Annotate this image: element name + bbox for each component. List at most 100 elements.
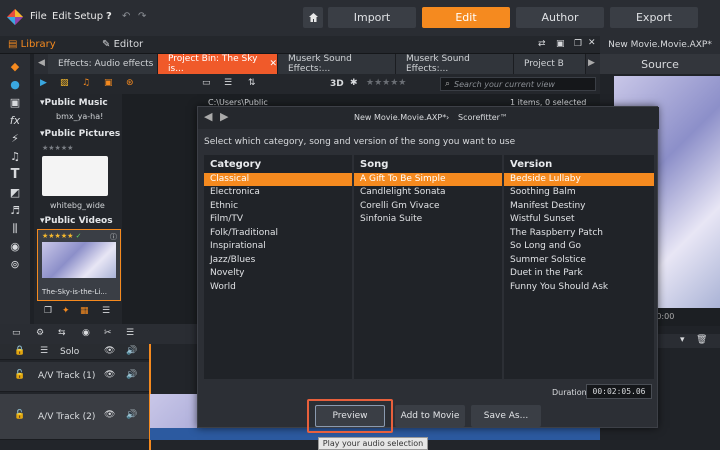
category-item[interactable]: Film/TV (204, 213, 352, 226)
lock-icon[interactable]: 🔒 (14, 346, 25, 356)
rating-filter[interactable]: ★★★★★ (366, 78, 406, 88)
gear-icon[interactable]: ⚙ (36, 328, 44, 338)
music-icon[interactable]: ♫ (8, 150, 22, 164)
collection-icon[interactable]: ▣ (8, 96, 22, 110)
version-item[interactable]: Wistful Sunset (504, 213, 654, 226)
music-filter-icon[interactable]: ♫ (82, 78, 90, 88)
timeline-menu-icon[interactable]: ☰ (126, 328, 134, 338)
sound-fx-icon[interactable]: ⫼ (8, 222, 22, 236)
add-to-movie-button[interactable]: Add to Movie (395, 405, 465, 427)
menu-setup[interactable]: Setup (74, 11, 103, 22)
menu-icon[interactable]: ☰ (102, 306, 110, 316)
category-item[interactable]: Folk/Traditional (204, 227, 352, 240)
public-videos-folder[interactable]: ▾ Public Videos (40, 214, 113, 228)
restore-icon[interactable]: ❐ (574, 39, 582, 49)
speaker-icon[interactable]: 🔊 (126, 346, 137, 356)
titles-icon[interactable]: T (8, 168, 22, 182)
picture-thumbnail[interactable] (42, 156, 108, 196)
tab-project-b[interactable]: Project B (514, 54, 586, 74)
transition-mode-icon[interactable]: ⇆ (58, 328, 66, 338)
version-item[interactable]: So Long and Go (504, 240, 654, 253)
close-tab-icon[interactable]: ✕ (269, 59, 277, 69)
track-list-icon[interactable]: ☰ (40, 346, 48, 356)
montage-icon[interactable]: ◩ (8, 186, 22, 200)
link-icon[interactable]: ⇄ (538, 39, 546, 49)
import-mode-button[interactable]: Import (328, 7, 416, 28)
category-item[interactable]: Classical (204, 173, 352, 186)
scorefitter-icon[interactable]: ♬ (8, 204, 22, 218)
speaker-icon[interactable]: 🔊 (126, 410, 137, 420)
project-filter-icon[interactable]: ▣ (104, 78, 113, 88)
song-item[interactable]: A Gift To Be Simple (354, 173, 502, 186)
razor-icon[interactable]: ✂ (104, 328, 112, 338)
search-box[interactable]: ⌕ Search your current view (440, 77, 596, 91)
duration-field[interactable]: 00:02:05.06 (586, 384, 652, 399)
timeline-settings-icon[interactable]: ▭ (12, 328, 21, 338)
music-file-item[interactable]: bmx_ya-ha! (56, 112, 103, 121)
three-d-filter[interactable]: 3D (330, 79, 344, 89)
trash-icon[interactable]: 🗑 (696, 335, 707, 345)
tabs-scroll-right-icon[interactable]: ▶ (588, 58, 595, 68)
media-icon[interactable]: ● (8, 78, 22, 92)
search-input[interactable]: Search your current view (454, 80, 555, 89)
info-icon[interactable]: ⓘ (110, 232, 117, 242)
edit-mode-button[interactable]: Edit (422, 7, 510, 28)
song-item[interactable]: Corelli Gm Vivace (354, 200, 502, 213)
dropdown-icon[interactable]: ▾ (680, 335, 685, 345)
category-item[interactable]: Ethnic (204, 200, 352, 213)
version-item[interactable]: Summer Solstice (504, 254, 654, 267)
redo-icon[interactable]: ↷ (138, 11, 146, 22)
eye-icon[interactable]: 👁 (104, 410, 115, 420)
close-panel-icon[interactable]: ✕ (588, 38, 596, 48)
disc-filter-icon[interactable]: ⊛ (126, 78, 134, 88)
song-item[interactable]: Sinfonia Suite (354, 213, 502, 226)
editor-tab[interactable]: ✎ Editor (102, 39, 143, 50)
sort-icon[interactable]: ⇅ (248, 78, 256, 88)
source-tab[interactable]: Source (600, 54, 720, 74)
export-mode-button[interactable]: Export (610, 7, 698, 28)
category-item[interactable]: Inspirational (204, 240, 352, 253)
tab-muserk-1[interactable]: Muserk Sound Effects:... (278, 54, 396, 74)
lock-icon[interactable]: 🔓 (14, 410, 25, 420)
tab-muserk-2[interactable]: Muserk Sound Effects:... (396, 54, 514, 74)
folder-icon[interactable]: ▭ (202, 78, 211, 88)
category-item[interactable]: World (204, 281, 352, 294)
back-icon[interactable]: ◀ (204, 110, 212, 123)
help-icon[interactable]: ? (106, 11, 112, 22)
song-item[interactable]: Candlelight Sonata (354, 186, 502, 199)
library-tab[interactable]: ▤ Library (8, 39, 56, 50)
tabs-scroll-left-icon[interactable]: ◀ (38, 58, 45, 68)
preview-button[interactable]: Preview (315, 405, 385, 427)
speaker-icon[interactable]: 🔊 (126, 370, 137, 380)
tab-audio-effects[interactable]: Effects: Audio effects (48, 54, 158, 74)
menu-file[interactable]: File (30, 11, 47, 22)
video-item[interactable]: ★★★★★ ✓ ⓘ The-Sky-is-the-Li... (37, 229, 121, 301)
tab-project-bin[interactable]: Project Bin: The Sky is... ✕ (158, 54, 278, 74)
author-mode-button[interactable]: Author (516, 7, 604, 28)
category-item[interactable]: Jazz/Blues (204, 254, 352, 267)
compare-icon[interactable]: ▣ (556, 39, 565, 49)
project-bin-icon[interactable]: ◆ (8, 60, 22, 74)
version-item[interactable]: The Raspberry Patch (504, 227, 654, 240)
category-item[interactable]: Novelty (204, 267, 352, 280)
grid-icon[interactable]: ▦ (80, 306, 89, 316)
audio-icon[interactable]: ◉ (8, 240, 22, 254)
version-item[interactable]: Bedside Lullaby (504, 173, 654, 186)
version-item[interactable]: Duet in the Park (504, 267, 654, 280)
lock-icon[interactable]: 🔓 (14, 370, 25, 380)
copy-icon[interactable]: ❐ (44, 306, 52, 316)
category-item[interactable]: Electronica (204, 186, 352, 199)
eye-icon[interactable]: 👁 (104, 370, 115, 380)
version-item[interactable]: Manifest Destiny (504, 200, 654, 213)
version-item[interactable]: Funny You Should Ask (504, 281, 654, 294)
forward-icon[interactable]: ▶ (220, 110, 228, 123)
tag-icon[interactable]: ✱ (350, 78, 358, 88)
audio-mode-icon[interactable]: ◉ (82, 328, 90, 338)
public-pictures-folder[interactable]: ▾ Public Pictures (40, 127, 120, 141)
version-item[interactable]: Soothing Balm (504, 186, 654, 199)
eye-icon[interactable]: 👁 (104, 346, 115, 356)
video-filter-icon[interactable]: ▶ (40, 78, 47, 88)
undo-icon[interactable]: ↶ (122, 11, 130, 22)
home-button[interactable] (303, 7, 323, 28)
transitions-icon[interactable]: ⚡ (8, 132, 22, 146)
